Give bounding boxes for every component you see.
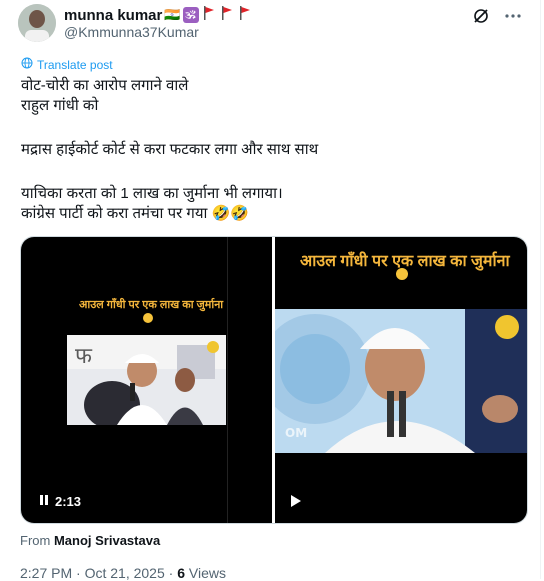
tweet-text-line: मद्रास हाईकोर्ट कोर्ट से करा फटकार लगा औ… [21, 141, 319, 158]
avatar[interactable] [18, 4, 56, 42]
pause-icon[interactable] [39, 494, 49, 509]
from-label: From [20, 533, 54, 548]
video-player-1[interactable]: आउल गाँधी पर एक लाख का जुर्माना फ 2:13 [21, 237, 272, 523]
name-emoji-1: 🇮🇳 [164, 7, 181, 22]
tweet-card: munna kumar 🇮🇳 🕉 @Kmmunna37Kumar Transla… [0, 0, 541, 581]
flag-icon [219, 5, 235, 25]
tweet-text-line: कांग्रेस पार्टी को करा तमंचा पर गया 🤣🤣 [21, 205, 249, 222]
globe-icon [21, 57, 33, 72]
tweet-text-line: राहुल गांधी को [21, 97, 99, 114]
media-grid: आउल गाँधी पर एक लाख का जुर्माना फ 2:13 आ… [20, 236, 528, 524]
translate-label[interactable]: Translate post [37, 58, 113, 72]
media-source: From Manoj Srivastava [20, 533, 160, 548]
grok-icon[interactable] [472, 7, 490, 30]
author-name[interactable]: munna kumar [64, 7, 162, 24]
video-caption: आउल गाँधी पर एक लाख का जुर्माना [79, 299, 224, 311]
om-emoji: 🕉 [182, 7, 199, 23]
flag-icon [237, 5, 253, 25]
author-row[interactable]: munna kumar 🇮🇳 🕉 [64, 5, 253, 25]
flag-icon [201, 5, 217, 25]
emoji-icon [396, 268, 408, 280]
play-icon[interactable] [291, 495, 301, 507]
video-thumbnail: फ [67, 335, 226, 425]
tweet-text-line: वोट-चोरी का आरोप लगाने वाले [21, 77, 189, 94]
svg-text:फ: फ [75, 344, 93, 369]
author-handle[interactable]: @Kmmunna37Kumar [64, 24, 199, 40]
duration-label: 2:13 [55, 494, 82, 509]
source-author-link[interactable]: Manoj Srivastava [54, 533, 160, 548]
translate-post-link[interactable]: Translate post [21, 57, 113, 72]
video-duration: 2:13 [39, 494, 81, 509]
tweet-text-line: याचिका करता को 1 लाख का जुर्माना भी लगाय… [21, 185, 283, 202]
video-caption: आउल गाँधी पर एक लाख का जुर्माना [300, 253, 510, 270]
emoji-icon [143, 313, 153, 323]
video-thumbnail: OM [275, 309, 527, 453]
more-options-icon[interactable] [504, 7, 522, 30]
video-player-2[interactable]: आउल गाँधी पर एक लाख का जुर्माना OM [275, 237, 527, 523]
svg-text:OM: OM [285, 426, 307, 440]
